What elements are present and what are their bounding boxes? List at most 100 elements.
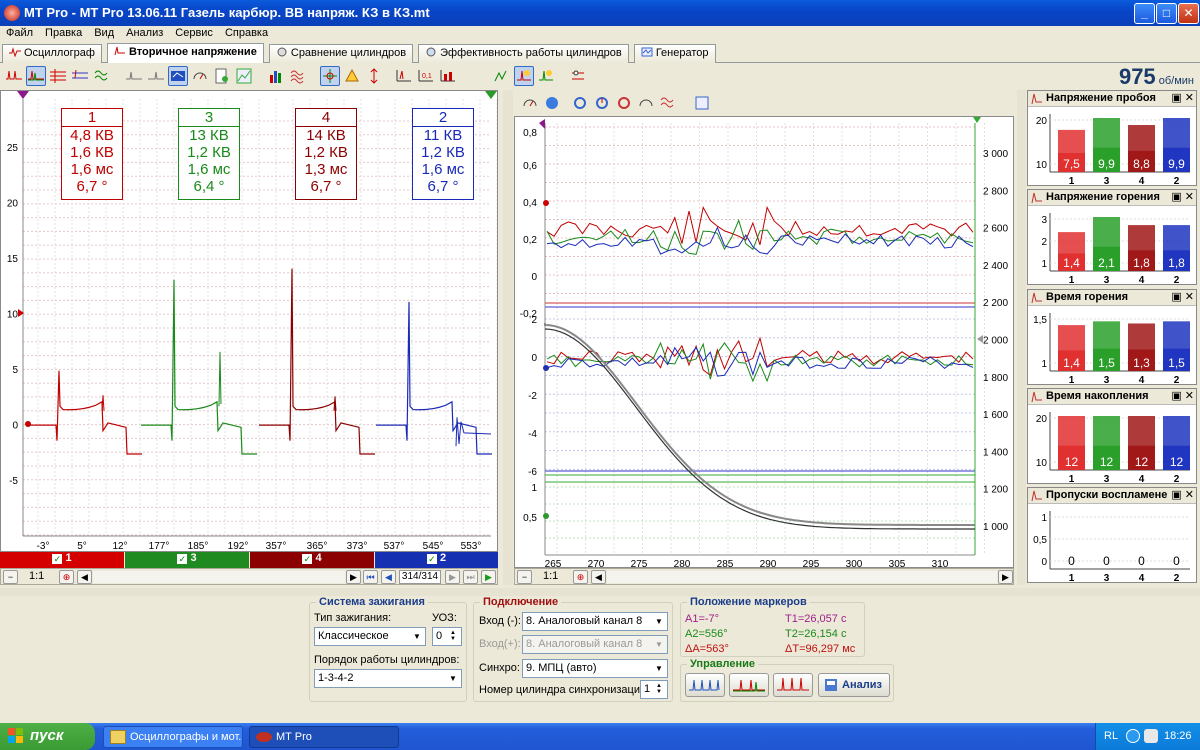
dock-icon[interactable]: ▣: [1171, 191, 1181, 203]
secondary-voltage-chart[interactable]: 25 20 15 10 5 0 -5 -3° 5° 12° 177° 185° 192° 357° 365°…: [0, 90, 498, 552]
cycle-2-button[interactable]: [592, 93, 612, 113]
scroll-left-button[interactable]: ◀: [77, 570, 92, 584]
cycle-3-button[interactable]: [614, 93, 634, 113]
toolbar-button-chart[interactable]: [234, 66, 254, 86]
toolbar-button-spark[interactable]: [492, 66, 512, 86]
cylinder-order-select[interactable]: 1-3-4-2 ▼: [314, 669, 462, 688]
tray-icon-2[interactable]: [1144, 729, 1158, 743]
rpm-mode-button[interactable]: [520, 93, 540, 113]
horizontal-splitter[interactable]: [0, 588, 1200, 596]
start-button[interactable]: пуск: [0, 723, 95, 750]
scroll-right-button[interactable]: ▶: [346, 570, 361, 584]
menu-analysis[interactable]: Анализ: [120, 26, 169, 39]
start-label: пуск: [30, 727, 64, 744]
tab-cylinder-efficiency[interactable]: Эффективность работы цилиндров: [418, 44, 629, 63]
dock-icon[interactable]: ▣: [1171, 489, 1181, 501]
toolbar-button-stack[interactable]: [70, 66, 90, 86]
right-zoom-out-button[interactable]: −: [517, 570, 532, 584]
legend-cyl-2[interactable]: ✓ 2: [375, 552, 498, 568]
dock-icon[interactable]: ▣: [1171, 92, 1181, 104]
toolbar-button-sync[interactable]: [514, 66, 534, 86]
toolbar-button-cursor[interactable]: [320, 66, 340, 86]
toolbar-button-marker[interactable]: [342, 66, 362, 86]
dock-icon[interactable]: ▣: [1171, 390, 1181, 402]
menu-service[interactable]: Сервис: [169, 26, 219, 39]
close-panel-icon[interactable]: ✕: [1185, 291, 1194, 303]
ignition-type-select[interactable]: Классическое ▼: [314, 627, 426, 646]
menu-file[interactable]: Файл: [0, 26, 39, 39]
toolbar-button-waveform-parade[interactable]: [4, 66, 24, 86]
toolbar-button-filter[interactable]: [92, 66, 112, 86]
close-button[interactable]: ✕: [1178, 3, 1199, 24]
sync-select[interactable]: 9. МПЦ (авто) ▼: [522, 659, 668, 678]
prev-frame-button[interactable]: ◀: [381, 570, 396, 584]
mode-overlay-button[interactable]: [729, 673, 769, 697]
vertical-splitter[interactable]: [503, 90, 513, 585]
right-scroll-right-button[interactable]: ▶: [998, 570, 1013, 584]
analyze-button[interactable]: Анализ: [818, 673, 890, 697]
panel-chart-icon: [1031, 192, 1042, 204]
zoom-in-button[interactable]: ⊕: [59, 570, 74, 584]
zoom-out-button[interactable]: −: [3, 570, 18, 584]
legend-cyl-1[interactable]: ✓ 1: [0, 552, 124, 568]
dock-icon[interactable]: ▣: [1171, 291, 1181, 303]
toolbar-button-raster[interactable]: [48, 66, 68, 86]
marker-delta-a: ΔA=563°: [685, 643, 729, 655]
legend-cyl-3[interactable]: ✓ 3: [125, 552, 249, 568]
right-zoom-in-button[interactable]: ⊕: [573, 570, 588, 584]
toolbar-button-bars[interactable]: [266, 66, 286, 86]
tray-icon-1[interactable]: [1126, 729, 1140, 743]
toolbar-button-vscale[interactable]: [364, 66, 384, 86]
rpm-mode-2-button[interactable]: [636, 93, 656, 113]
toolbar-button-kv[interactable]: [394, 66, 414, 86]
options-button[interactable]: [692, 93, 712, 113]
toolbar-button-waveform-overlay[interactable]: [26, 66, 46, 86]
toolbar-button-rpm[interactable]: [190, 66, 210, 86]
toolbar-button-waves[interactable]: [288, 66, 308, 86]
sync-cylinder-stepper[interactable]: 1 ▲ ▼: [640, 680, 668, 699]
sphere-mode-button[interactable]: [542, 93, 562, 113]
mode-parade-button[interactable]: [685, 673, 725, 697]
menu-edit[interactable]: Правка: [39, 26, 88, 39]
toolbar-button-primary-2[interactable]: [146, 66, 166, 86]
mode-raster-button[interactable]: [773, 673, 813, 697]
next-frame-button[interactable]: ▶: [445, 570, 460, 584]
taskbar-item-explorer[interactable]: Осциллографы и мот...: [103, 726, 243, 748]
minimize-button[interactable]: _: [1134, 3, 1155, 24]
horizontal-scrollbar[interactable]: [93, 571, 345, 583]
toolbar-button-settings[interactable]: [568, 66, 588, 86]
last-frame-button[interactable]: ⏭: [463, 570, 478, 584]
cycle-button[interactable]: [570, 93, 590, 113]
toolbar-button-trigger[interactable]: [536, 66, 556, 86]
tab-cylinder-compare[interactable]: Сравнение цилиндров: [268, 44, 414, 63]
tab-generator[interactable]: Генератор: [633, 44, 716, 63]
waves-mode-button[interactable]: [658, 93, 678, 113]
menu-view[interactable]: Вид: [88, 26, 120, 39]
toolbar-button-export[interactable]: [212, 66, 232, 86]
bar-value-label: 12: [1135, 455, 1149, 469]
tab-secondary-voltage[interactable]: Вторичное напряжение: [106, 43, 264, 63]
toolbar-button-primary[interactable]: [124, 66, 144, 86]
legend-cyl-4[interactable]: ✓ 4: [250, 552, 374, 568]
right-horizontal-scrollbar[interactable]: [607, 571, 997, 583]
play-button[interactable]: ▶: [481, 570, 496, 584]
tab-oscilloscope[interactable]: Осциллограф: [2, 44, 102, 63]
close-panel-icon[interactable]: ✕: [1185, 489, 1194, 501]
toolbar-button-time[interactable]: 0,1: [416, 66, 436, 86]
first-frame-button[interactable]: ⏮: [363, 570, 378, 584]
toolbar-button-scale[interactable]: [168, 66, 188, 86]
menu-help[interactable]: Справка: [219, 26, 274, 39]
cylinder-trend-chart[interactable]: 0,8 0,6 0,4 0,2 0 -0,2 2 0 -2 -4 -6 1 0,5 3 000 2 800 2…: [514, 116, 1014, 568]
close-panel-icon[interactable]: ✕: [1185, 92, 1194, 104]
maximize-button[interactable]: □: [1156, 3, 1177, 24]
language-indicator[interactable]: RL: [1104, 730, 1118, 742]
input-plus-select[interactable]: 8. Аналоговый канал 8 ▼: [522, 635, 668, 654]
close-panel-icon[interactable]: ✕: [1185, 390, 1194, 402]
right-splitter[interactable]: [1017, 90, 1026, 585]
toolbar-button-bargraph[interactable]: [438, 66, 458, 86]
close-panel-icon[interactable]: ✕: [1185, 191, 1194, 203]
input-minus-select[interactable]: 8. Аналоговый канал 8 ▼: [522, 612, 668, 631]
taskbar-item-mtpro[interactable]: MT Pro: [249, 726, 399, 748]
right-scroll-left-button[interactable]: ◀: [591, 570, 606, 584]
uoz-stepper[interactable]: 0 ▲ ▼: [432, 627, 462, 646]
